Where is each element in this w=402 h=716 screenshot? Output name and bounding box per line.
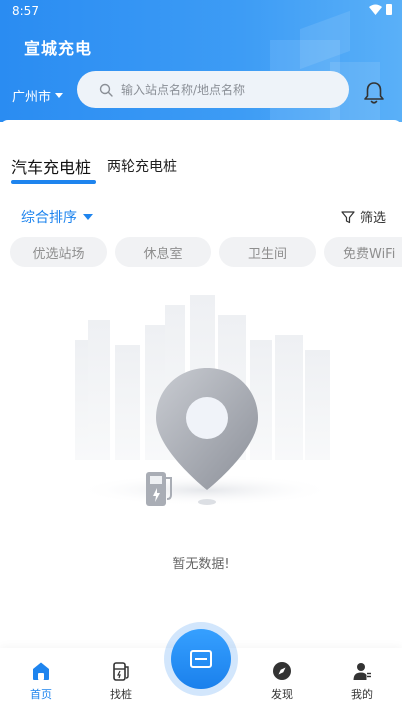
status-bar: 8:57 <box>0 0 402 22</box>
chip-preferred-station[interactable]: 优选站场 <box>10 237 107 267</box>
city-label: 广州市 <box>12 90 52 105</box>
chip-label: 免费WiFi <box>343 246 396 262</box>
chip-label: 卫生间 <box>247 246 287 262</box>
chip-lounge[interactable]: 休息室 <box>115 237 211 267</box>
status-time: 8:57 <box>12 4 39 18</box>
nav-label: 首页 <box>30 688 52 701</box>
sort-label: 综合排序 <box>21 210 77 226</box>
nav-label: 找桩 <box>110 688 132 701</box>
chevron-down-icon <box>55 93 64 98</box>
search-icon <box>99 83 113 97</box>
home-icon <box>33 662 49 680</box>
sort-dropdown[interactable]: 综合排序 <box>21 207 93 227</box>
tab-car-charging[interactable]: 汽车充电桩 <box>11 154 91 178</box>
nav-label: 我的 <box>351 688 373 701</box>
search-input[interactable] <box>121 82 331 97</box>
empty-state-illustration <box>75 295 335 506</box>
nav-discover[interactable]: 发现 <box>252 660 312 702</box>
nav-home[interactable]: 首页 <box>11 660 71 702</box>
nav-profile[interactable]: 我的 <box>332 660 392 702</box>
chip-restroom[interactable]: 卫生间 <box>219 237 316 267</box>
compass-icon <box>273 662 291 680</box>
charging-pile-icon <box>113 662 129 681</box>
wifi-icon <box>369 4 382 15</box>
bell-icon[interactable] <box>361 80 387 106</box>
chip-label: 优选站场 <box>32 246 85 262</box>
search-bar[interactable] <box>77 71 349 108</box>
user-icon <box>353 663 371 680</box>
filter-label: 筛选 <box>359 211 386 226</box>
nav-find-pile[interactable]: 找桩 <box>91 660 151 702</box>
chevron-down-icon <box>83 214 93 220</box>
tab-active-indicator <box>11 180 96 184</box>
battery-icon <box>386 4 392 15</box>
filter-icon <box>341 210 355 223</box>
nav-label: 发现 <box>271 688 293 701</box>
filter-button[interactable]: 筛选 <box>341 207 386 226</box>
chip-free-wifi[interactable]: 免费WiFi <box>324 237 402 267</box>
scan-icon <box>190 650 212 668</box>
tab-two-wheel-charging[interactable]: 两轮充电桩 <box>107 156 177 176</box>
chip-label: 休息室 <box>143 246 183 262</box>
empty-state-message: 暂无数据! <box>172 557 230 572</box>
scan-button[interactable] <box>171 629 231 689</box>
app-title: 宣城充电 <box>24 39 93 58</box>
city-selector[interactable]: 广州市 <box>12 86 64 105</box>
